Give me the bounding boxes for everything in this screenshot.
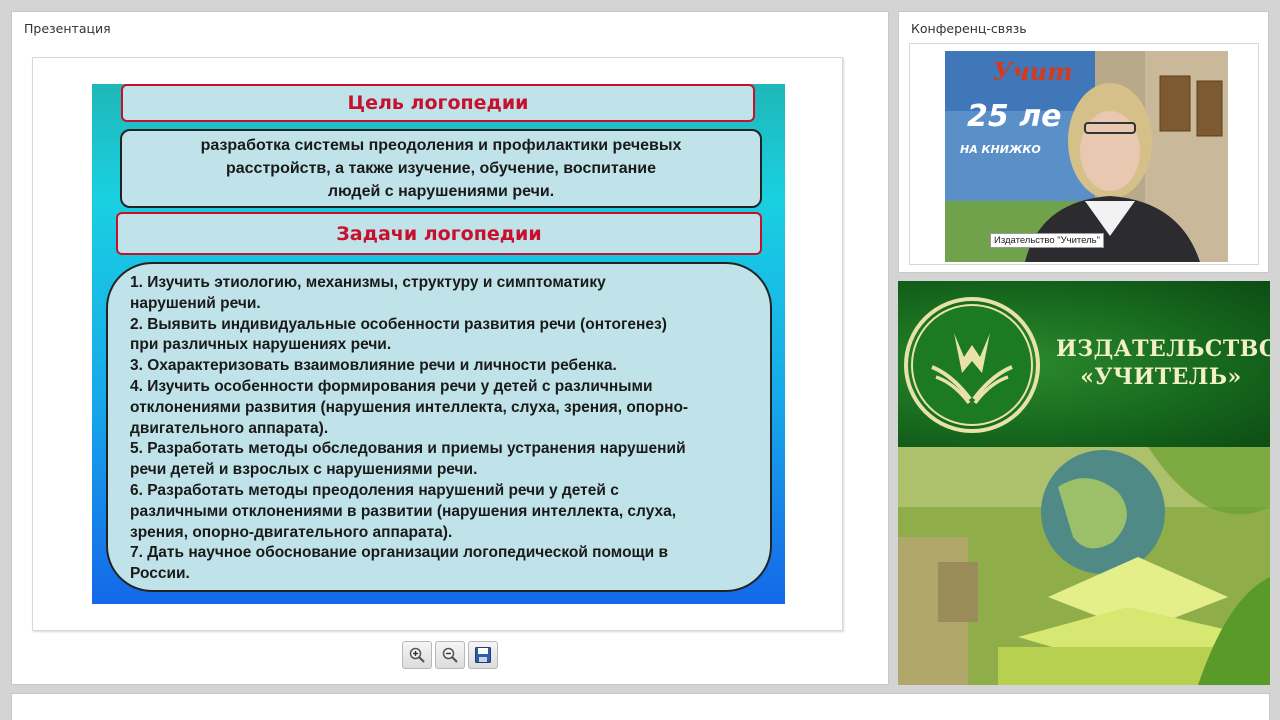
background-sign-text: Учит <box>993 57 1073 86</box>
task-line: России. <box>130 565 190 583</box>
zoom-in-button[interactable] <box>402 641 432 669</box>
task-line: 5. Разработать методы обследования и при… <box>130 440 686 458</box>
presentation-panel-title: Презентация <box>24 21 111 36</box>
presentation-panel: Презентация Цель логопедии разработка си… <box>11 11 889 685</box>
task-line: при различных нарушениях речи. <box>130 336 392 354</box>
conference-panel: Конференц-связь Учит 25 ле НА КНИЖКО Изд… <box>898 11 1269 273</box>
slide-frame: Цель логопедии разработка системы преодо… <box>32 57 843 631</box>
task-line: нарушений речи. <box>130 294 261 312</box>
publisher-banner-top: ИЗДАТЕЛЬСТВО «УЧИТЕЛЬ» <box>898 281 1270 447</box>
goal-title: Цель логопедии <box>121 84 755 122</box>
task-line: 1. Изучить этиологию, механизмы, структу… <box>130 274 606 291</box>
task-line: 6. Разработать методы преодоления наруше… <box>130 481 619 499</box>
task-line: 3. Охарактеризовать взаимовлияние речи и… <box>130 357 617 375</box>
task-line: двигательного аппарата). <box>130 419 329 437</box>
save-button[interactable] <box>468 641 498 669</box>
publisher-logo <box>904 297 1040 433</box>
task-line: отклонениями развития (нарушения интелле… <box>130 398 689 416</box>
task-line: 4. Изучить особенности формирования речи… <box>130 377 653 395</box>
publisher-name-line: «УЧИТЕЛЬ» <box>1080 364 1242 390</box>
video-participant-label: Издательство "Учитель" <box>990 233 1105 248</box>
slide: Цель логопедии разработка системы преодо… <box>92 84 785 604</box>
tasks-list-box: 1. Изучить этиологию, механизмы, структу… <box>106 262 772 592</box>
task-line: 7. Дать научное обоснование организации … <box>130 544 668 562</box>
publisher-name-line: ИЗДАТЕЛЬСТВО <box>1056 336 1270 362</box>
zoom-out-icon <box>442 647 458 663</box>
goal-line: разработка системы преодоления и профила… <box>200 137 682 154</box>
goal-line: расстройств, а также изучение, обучение,… <box>225 160 656 177</box>
bottom-panel <box>11 693 1270 720</box>
zoom-in-icon <box>409 647 425 663</box>
zoom-out-button[interactable] <box>435 641 465 669</box>
background-sign-text: НА КНИЖКО <box>960 143 1041 156</box>
video-frame: Учит 25 ле НА КНИЖКО <box>945 51 1228 262</box>
publisher-banner: ИЗДАТЕЛЬСТВО «УЧИТЕЛЬ» <box>898 281 1270 685</box>
publisher-name: ИЗДАТЕЛЬСТВО «УЧИТЕЛЬ» <box>1056 335 1270 391</box>
video-image <box>945 51 1228 262</box>
task-line: речи детей и взрослых с нарушениями речи… <box>130 461 478 479</box>
goal-line: людей с нарушениями речи. <box>327 183 555 200</box>
video-feed: Учит 25 ле НА КНИЖКО Издательство "Учите… <box>909 43 1259 265</box>
task-line: зрения, опорно-двигательного аппарата). <box>130 523 453 541</box>
goal-text-box: разработка системы преодоления и профила… <box>120 129 762 208</box>
floppy-disk-icon <box>475 647 491 663</box>
books-globe-illustration <box>898 447 1270 685</box>
tasks-title: Задачи логопедии <box>116 212 762 255</box>
background-sign-text: 25 ле <box>967 99 1062 134</box>
task-line: различными отклонениями в развитии (нару… <box>130 502 677 520</box>
task-line: 2. Выявить индивидуальные особенности ра… <box>130 315 667 333</box>
conference-panel-title: Конференц-связь <box>911 21 1027 36</box>
presentation-toolbar <box>402 641 498 671</box>
publisher-banner-photo <box>898 447 1270 685</box>
